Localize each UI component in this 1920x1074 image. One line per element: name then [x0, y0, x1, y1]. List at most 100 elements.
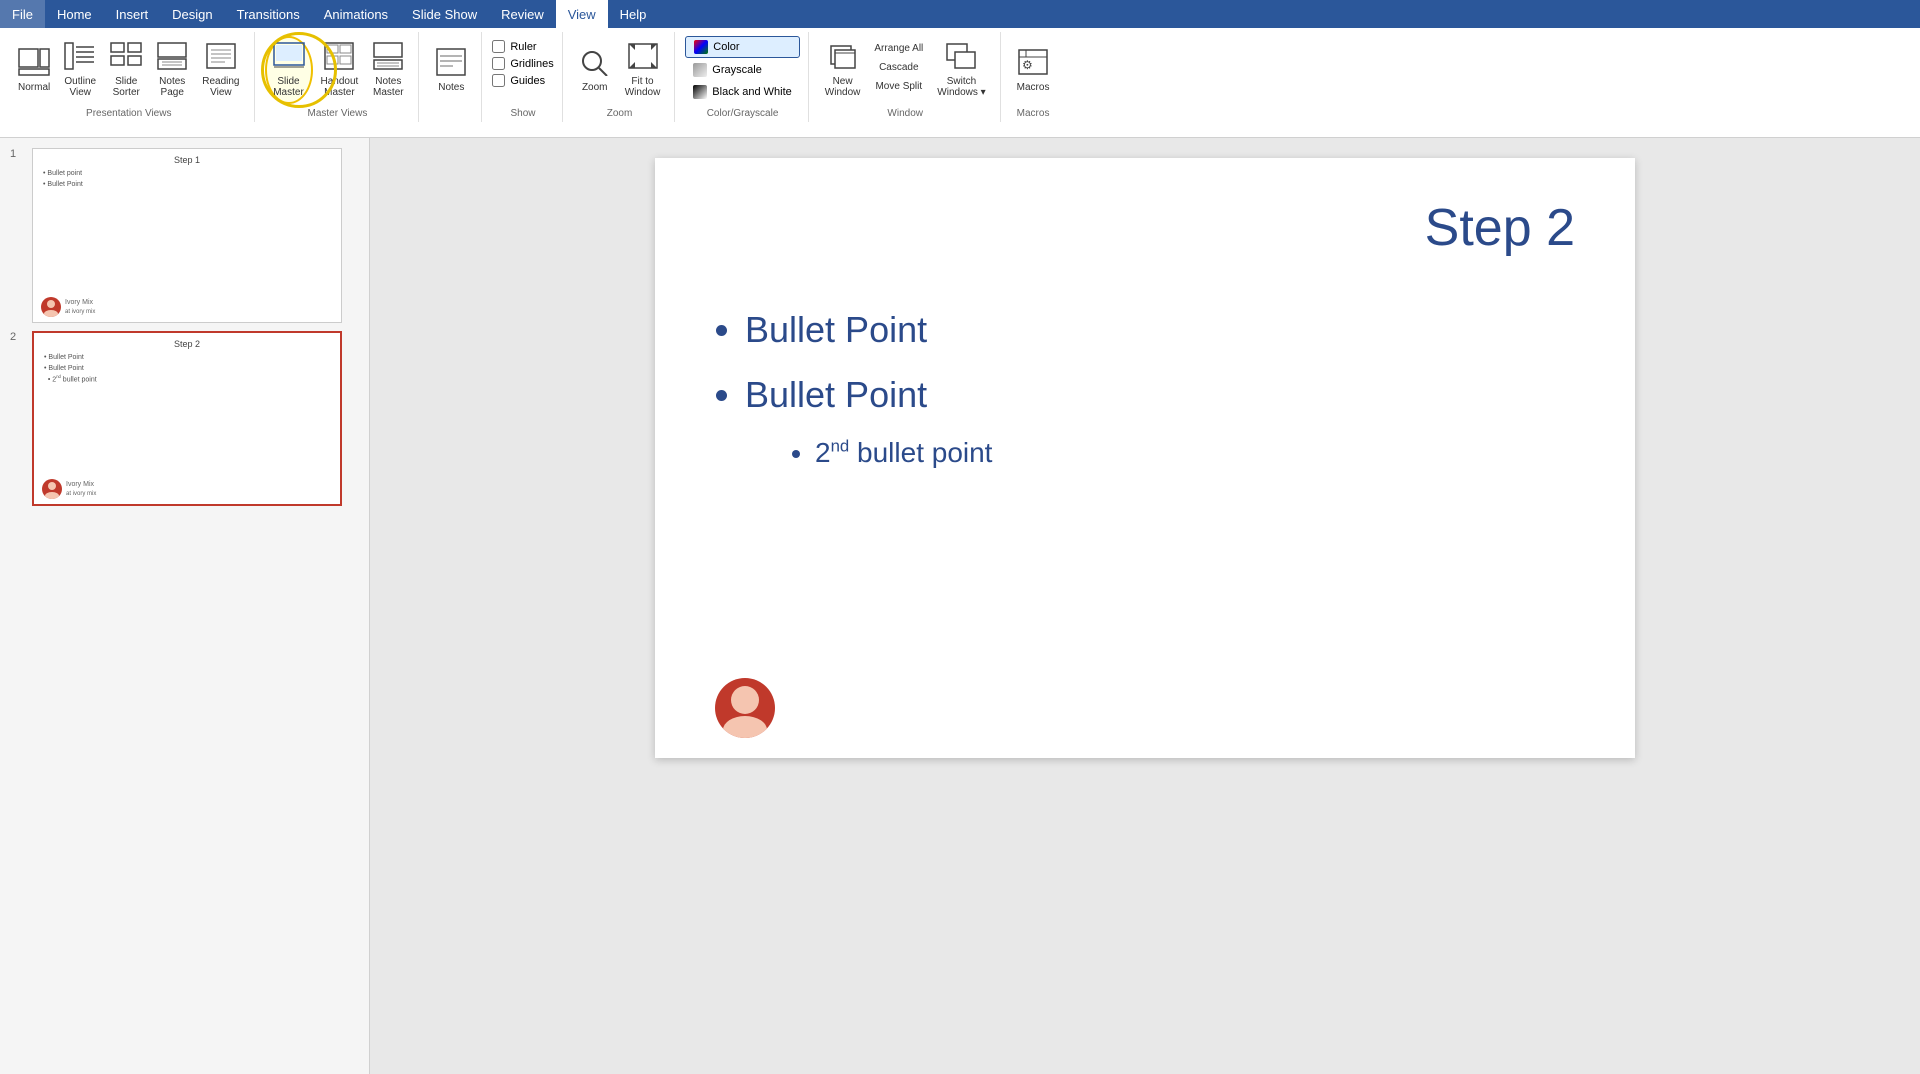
menu-insert[interactable]: Insert: [104, 0, 161, 28]
normal-view-label: Normal: [18, 82, 50, 93]
menu-home[interactable]: Home: [45, 0, 104, 28]
handout-master-label: HandoutMaster: [321, 76, 359, 98]
arrange-all-label: Arrange All: [874, 43, 923, 54]
black-white-button[interactable]: Black and White: [685, 82, 799, 102]
color-options: Color Grayscale Black and White: [685, 36, 799, 102]
gridlines-label: Gridlines: [510, 58, 553, 70]
slide-thumb-1[interactable]: Step 1 • Bullet point • Bullet Point Ivo…: [32, 148, 342, 323]
show-checkboxes: Ruler Gridlines Guides: [492, 36, 553, 87]
handout-master-button[interactable]: HandoutMaster: [315, 36, 365, 104]
menu-view[interactable]: View: [556, 0, 608, 28]
slide-2-footer: Ivory Mixat ivory mix: [42, 479, 96, 499]
slide-2-bullets: • Bullet Point • Bullet Point • 2nd bull…: [34, 349, 340, 390]
svg-text:⚙: ⚙: [1022, 58, 1033, 72]
menu-design[interactable]: Design: [160, 0, 224, 28]
current-slide-bullets: Bullet Point Bullet Point 2nd bullet poi…: [715, 298, 1575, 478]
normal-view-button[interactable]: Normal: [12, 36, 56, 104]
switch-windows-icon: [945, 42, 977, 74]
zoom-icon: [579, 48, 611, 80]
ribbon-group-presentation-views: Normal OutlineView SlideSorter: [4, 32, 255, 122]
cascade-button[interactable]: Cascade: [868, 59, 929, 76]
slide-number-2: 2: [10, 331, 26, 343]
move-split-label: Move Split: [875, 81, 922, 92]
menu-help[interactable]: Help: [608, 0, 659, 28]
bullet-1: Bullet Point: [745, 298, 1575, 363]
grayscale-button[interactable]: Grayscale: [685, 60, 799, 80]
slide-sorter-icon: [110, 42, 142, 74]
notes-page-icon: [156, 42, 188, 74]
notes-group-label: [429, 119, 473, 122]
slide-number-1: 1: [10, 148, 26, 160]
notes-page-label: NotesPage: [159, 76, 185, 98]
arrange-all-button[interactable]: Arrange All: [868, 40, 929, 57]
color-grayscale-group-label: Color/Grayscale: [685, 108, 799, 122]
color-label: Color: [713, 41, 739, 53]
slide-1-footer: Ivory Mixat ivory mix: [41, 297, 95, 317]
new-window-button[interactable]: NewWindow: [819, 36, 867, 104]
fit-window-button[interactable]: Fit toWindow: [619, 36, 667, 104]
slide-1-title: Step 1: [33, 155, 341, 165]
menu-review[interactable]: Review: [489, 0, 556, 28]
color-button[interactable]: Color: [685, 36, 799, 58]
current-slide[interactable]: Step 2 Bullet Point Bullet Point 2nd bul…: [655, 158, 1635, 758]
notes-button[interactable]: Notes: [429, 36, 473, 104]
ribbon-group-show: Ruler Gridlines Guides Show: [484, 32, 562, 122]
fit-window-label: Fit toWindow: [625, 76, 661, 98]
guides-label: Guides: [510, 75, 545, 87]
handout-master-icon: [323, 42, 355, 74]
zoom-button[interactable]: Zoom: [573, 36, 617, 104]
new-window-icon: [827, 42, 859, 74]
notes-master-label: NotesMaster: [373, 76, 404, 98]
outline-view-button[interactable]: OutlineView: [58, 36, 102, 104]
black-white-swatch: [693, 85, 707, 99]
slide-master-button[interactable]: SlideMaster: [265, 36, 313, 104]
cascade-label: Cascade: [879, 62, 918, 73]
guides-checkbox[interactable]: Guides: [492, 74, 553, 87]
menu-animations[interactable]: Animations: [312, 0, 400, 28]
window-group-label: Window: [819, 108, 992, 122]
presentation-views-label: Presentation Views: [12, 108, 246, 122]
color-swatch: [694, 40, 708, 54]
notes-btn-label: Notes: [438, 82, 464, 93]
outline-view-label: OutlineView: [64, 76, 96, 98]
outline-view-icon: [64, 42, 96, 74]
main-area: 1 Step 1 • Bullet point • Bullet Point I…: [0, 138, 1920, 1074]
menu-transitions[interactable]: Transitions: [225, 0, 312, 28]
gridlines-input[interactable]: [492, 57, 505, 70]
slide-thumb-2[interactable]: Step 2 • Bullet Point • Bullet Point • 2…: [32, 331, 342, 506]
guides-input[interactable]: [492, 74, 505, 87]
ruler-input[interactable]: [492, 40, 505, 53]
reading-view-icon: [205, 42, 237, 74]
menu-slideshow[interactable]: Slide Show: [400, 0, 489, 28]
macros-label: Macros: [1017, 82, 1050, 93]
notes-master-icon: [372, 42, 404, 74]
move-split-button[interactable]: Move Split: [868, 78, 929, 95]
normal-view-icon: [18, 48, 50, 80]
slide-panel: 1 Step 1 • Bullet point • Bullet Point I…: [0, 138, 370, 1074]
reading-view-label: ReadingView: [202, 76, 239, 98]
notes-page-button[interactable]: NotesPage: [150, 36, 194, 104]
slide-avatar-large: [715, 678, 775, 738]
bullet-2: Bullet Point 2nd bullet point: [745, 363, 1575, 478]
macros-button[interactable]: ⚙ Macros: [1011, 36, 1056, 104]
black-white-label: Black and White: [712, 86, 791, 98]
reading-view-button[interactable]: ReadingView: [196, 36, 245, 104]
slide-row-2: 2 Step 2 • Bullet Point • Bullet Point •…: [10, 331, 359, 506]
slide-sorter-button[interactable]: SlideSorter: [104, 36, 148, 104]
switch-windows-button[interactable]: SwitchWindows ▾: [931, 36, 991, 104]
ruler-label: Ruler: [510, 41, 536, 53]
macros-group-label: Macros: [1011, 108, 1056, 122]
current-slide-title: Step 2: [715, 198, 1575, 258]
ruler-checkbox[interactable]: Ruler: [492, 40, 553, 53]
gridlines-checkbox[interactable]: Gridlines: [492, 57, 553, 70]
slide-2-name: Ivory Mixat ivory mix: [66, 480, 96, 499]
menu-file[interactable]: File: [0, 0, 45, 28]
grayscale-swatch: [693, 63, 707, 77]
slide-row-1: 1 Step 1 • Bullet point • Bullet Point I…: [10, 148, 359, 323]
bullet-2-sub: 2nd bullet point: [815, 428, 1575, 478]
slide-master-label: SlideMaster: [273, 76, 304, 98]
ribbon-group-window: NewWindow Arrange All Cascade Move Split: [811, 32, 1001, 122]
ribbon-group-zoom: Zoom Fit toWindow Zoom: [565, 32, 676, 122]
slide-1-name: Ivory Mixat ivory mix: [65, 298, 95, 317]
notes-master-button[interactable]: NotesMaster: [366, 36, 410, 104]
